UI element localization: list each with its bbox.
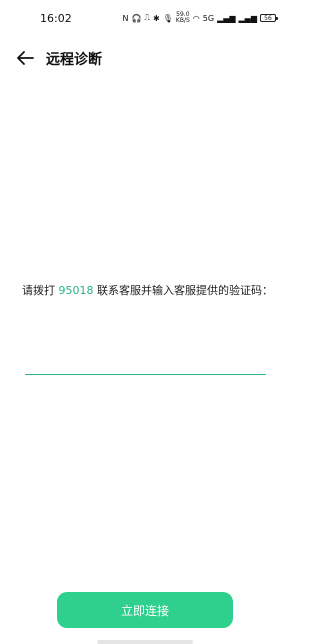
- status-bar: 16:02 N 🎧 ⎍ ✱ 🎙 59.0 KB/S ◠ 5G ▂▄▆ ▂▄▆ 5…: [0, 0, 290, 36]
- wifi-icon: ◠: [192, 13, 200, 23]
- page-title: 远程诊断: [46, 52, 102, 68]
- bluetooth-icon: ✱: [153, 13, 160, 23]
- status-icons: N 🎧 ⎍ ✱ 🎙 59.0 KB/S ◠ 5G ▂▄▆ ▂▄▆ 56: [122, 12, 278, 24]
- headset-icon: 🎧: [131, 13, 142, 23]
- home-indicator[interactable]: [97, 640, 193, 644]
- app-bar: 远程诊断: [0, 42, 290, 74]
- service-phone-link[interactable]: 95018: [59, 284, 94, 297]
- battery-icon: 56: [260, 14, 278, 22]
- network-speed: 59.0 KB/S: [176, 12, 190, 24]
- instruction-suffix: 联系客服并输入客服提供的验证码：: [93, 284, 273, 297]
- nfc-icon: N: [122, 13, 129, 23]
- signal-icon: ▂▄▆: [217, 13, 236, 23]
- connect-now-button[interactable]: 立即连接: [57, 592, 233, 628]
- mic-icon: 🎙: [162, 13, 173, 23]
- signal-icon-2: ▂▄▆: [238, 13, 257, 23]
- verification-code-input[interactable]: [25, 340, 266, 375]
- instruction-text: 请拨打 95018 联系客服并输入客服提供的验证码：: [22, 282, 273, 298]
- vibrate-icon: ⎍: [144, 13, 151, 22]
- net-type-badge: 5G: [202, 13, 215, 23]
- network-speed-unit: KB/S: [175, 17, 190, 24]
- back-arrow-icon[interactable]: [16, 50, 34, 66]
- status-time: 16:02: [40, 11, 72, 25]
- instruction-prefix: 请拨打: [22, 284, 59, 297]
